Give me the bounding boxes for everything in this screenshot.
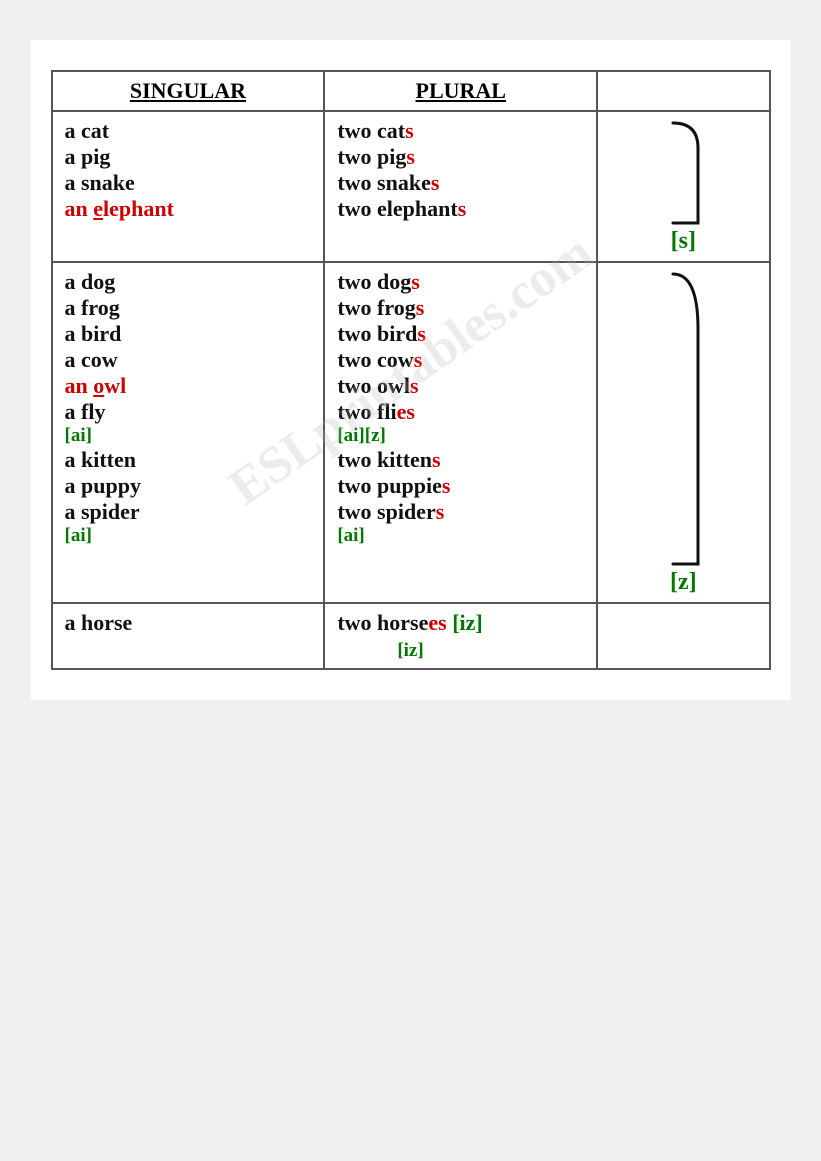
page: ESLprintables.com SINGULAR PLURAL a cata… [31,40,791,700]
bracket-cell: [s] [597,111,769,262]
header-plural: PLURAL [324,71,597,111]
plural-cell: two dogstwo frogstwo birdstwo cowstwo ow… [324,262,597,603]
plural-cell: two catstwo pigstwo snakestwo elephants [324,111,597,262]
bracket-cell [597,603,769,669]
header-bracket [597,71,769,111]
plural-cell: two horsees [iz][iz] [324,603,597,669]
singular-cell: a doga froga birda cowan owla fly[ai]a k… [52,262,325,603]
main-table: SINGULAR PLURAL a cata piga snakean elep… [51,70,771,670]
table-row: a doga froga birda cowan owla fly[ai]a k… [52,262,770,603]
bracket-cell: [z] [597,262,769,603]
singular-cell: a cata piga snakean elephant [52,111,325,262]
table-row: a cata piga snakean elephanttwo catstwo … [52,111,770,262]
table-row: a horsetwo horsees [iz][iz] [52,603,770,669]
singular-cell: a horse [52,603,325,669]
header-singular: SINGULAR [52,71,325,111]
